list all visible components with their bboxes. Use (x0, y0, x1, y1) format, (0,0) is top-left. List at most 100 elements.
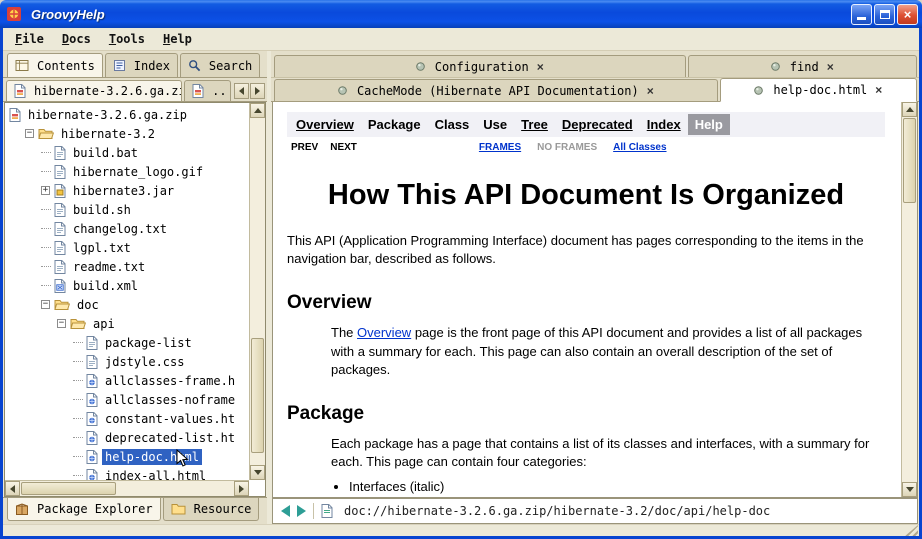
tab-close-icon[interactable]: × (647, 84, 654, 98)
tree-item-allclasses-noframe[interactable]: allclasses-noframe (5, 390, 249, 409)
menu-docs[interactable]: Docs (53, 29, 100, 49)
bottom-tab-resource[interactable]: Resource (163, 498, 260, 521)
expand-toggle-icon[interactable]: + (41, 186, 50, 195)
content-scroll-down-button[interactable] (902, 482, 917, 497)
archive-tab-bar: hibernate-3.2.6.ga.zip.. (3, 78, 267, 102)
document-tab-cachemode-hibernate-api-documentation[interactable]: CacheMode (Hibernate API Documentation)× (274, 79, 718, 101)
resource-icon (171, 503, 186, 515)
tree-scrollbar-thumb[interactable] (251, 338, 264, 453)
tree-item-hibernate3-jar[interactable]: +hibernate3.jar (5, 181, 249, 200)
view-tab-contents[interactable]: Contents (7, 53, 103, 77)
minimize-button[interactable] (851, 4, 872, 25)
tree-item-constant-values-ht[interactable]: constant-values.ht (5, 409, 249, 428)
html-file-icon (86, 469, 98, 481)
menu-tools[interactable]: Tools (100, 29, 154, 49)
tree-item-index-all-html[interactable]: index-all.html (5, 466, 249, 480)
jd-nav-tree[interactable]: Tree (514, 114, 555, 135)
maximize-button[interactable] (874, 4, 895, 25)
status-strip (3, 524, 919, 536)
file-icon (54, 260, 66, 274)
collapse-toggle-icon[interactable]: − (25, 129, 34, 138)
tree-item-deprecated-list-ht[interactable]: deprecated-list.ht (5, 428, 249, 447)
close-icon: × (904, 7, 912, 22)
menu-file[interactable]: File (6, 29, 53, 49)
tree-item-allclasses-frame-h[interactable]: allclasses-frame.h (5, 371, 249, 390)
jd-nav-index[interactable]: Index (640, 114, 688, 135)
jd-nav-deprecated[interactable]: Deprecated (555, 114, 640, 135)
folder-open-icon (54, 298, 70, 311)
tree-item-help-doc-html[interactable]: help-doc.html (5, 447, 249, 466)
menu-help[interactable]: Help (154, 29, 201, 49)
tree-item-package-list[interactable]: package-list (5, 333, 249, 352)
tree-scroll-up-button[interactable] (250, 103, 265, 118)
tree-scroll-left-button[interactable] (5, 481, 20, 496)
tree-scroll-right-button[interactable] (234, 481, 249, 496)
tab-label: .. (212, 84, 226, 98)
tree-guide (41, 209, 51, 210)
archive-tab-hibernate-3-2-6-ga-zip[interactable]: hibernate-3.2.6.ga.zip (6, 80, 182, 101)
bottom-tab-package-explorer[interactable]: Package Explorer (7, 498, 161, 521)
tree-item-label: package-list (102, 335, 195, 351)
forward-button[interactable] (297, 505, 306, 517)
tab-scroll-right-button[interactable] (250, 83, 265, 99)
all-classes-link[interactable]: All Classes (613, 142, 666, 153)
content-vertical-scrollbar[interactable] (901, 102, 917, 497)
tab-label: Package Explorer (37, 502, 153, 516)
file-icon (54, 165, 66, 179)
tree-item-api[interactable]: −api (5, 314, 249, 333)
tree-item-readme-txt[interactable]: readme.txt (5, 257, 249, 276)
collapse-toggle-icon[interactable]: − (57, 319, 66, 328)
document-tab-find[interactable]: find× (688, 55, 917, 77)
dot-icon (771, 62, 780, 71)
tree-horizontal-scrollbar[interactable] (5, 480, 249, 496)
jar-icon (54, 184, 66, 198)
tree-item-build-sh[interactable]: build.sh (5, 200, 249, 219)
tree-item-build-bat[interactable]: build.bat (5, 143, 249, 162)
tree-item-build-xml[interactable]: build.xml (5, 276, 249, 295)
xml-file-icon (54, 279, 66, 293)
content-scrollbar-thumb[interactable] (903, 118, 916, 203)
file-icon (54, 222, 66, 236)
tree-item-jdstyle-css[interactable]: jdstyle.css (5, 352, 249, 371)
tree-item-hibernate-3-2[interactable]: −hibernate-3.2 (5, 124, 249, 143)
navigation-panel: ContentsIndexSearch hibernate-3.2.6.ga.z… (3, 51, 267, 524)
jd-nav-use: Use (476, 114, 514, 135)
tree-scroll-down-button[interactable] (250, 465, 265, 480)
document-tab-configuration[interactable]: Configuration × (274, 55, 686, 77)
arrow-right-icon (255, 87, 260, 95)
document-content-area: OverviewPackageClassUseTreeDeprecatedInd… (272, 102, 918, 498)
tab-close-icon[interactable]: × (875, 83, 882, 97)
intro-paragraph: This API (Application Programming Interf… (287, 232, 885, 268)
package-category-list: Interfaces (italic)ClassesEnums (349, 479, 885, 497)
view-tab-search[interactable]: Search (180, 53, 260, 77)
tab-scroll-left-button[interactable] (234, 83, 249, 99)
tree-item-hibernate-3-2-6-ga-zip[interactable]: hibernate-3.2.6.ga.zip (5, 105, 249, 124)
overview-paragraph: The Overview page is the front page of t… (331, 324, 885, 379)
view-tab-index[interactable]: Index (105, 53, 178, 77)
collapse-toggle-icon[interactable]: − (41, 300, 50, 309)
jd-nav-overview[interactable]: Overview (289, 114, 361, 135)
folder-open-icon (70, 317, 86, 330)
javadoc-navbar: OverviewPackageClassUseTreeDeprecatedInd… (287, 112, 885, 137)
tree-item-changelog-txt[interactable]: changelog.txt (5, 219, 249, 238)
tab-close-icon[interactable]: × (537, 60, 544, 74)
tab-close-icon[interactable]: × (827, 60, 834, 74)
tree-vertical-scrollbar[interactable] (249, 103, 265, 480)
frames-link[interactable]: FRAMES (479, 142, 521, 153)
tree-guide (73, 342, 83, 343)
back-button[interactable] (281, 505, 290, 517)
resize-grip[interactable] (905, 525, 918, 536)
tree-item-hibernate-logo-gif[interactable]: hibernate_logo.gif (5, 162, 249, 181)
tab-label: Configuration (435, 60, 529, 74)
document-tab-help-doc-html[interactable]: help-doc.html × (720, 78, 917, 102)
content-scroll-up-button[interactable] (902, 102, 917, 117)
tree-item-lgpl-txt[interactable]: lgpl.txt (5, 238, 249, 257)
tab-label: help-doc.html (773, 83, 867, 97)
title-bar[interactable]: GroovyHelp × (0, 0, 922, 28)
close-button[interactable]: × (897, 4, 918, 25)
tree-hscrollbar-thumb[interactable] (21, 482, 116, 495)
main-area: ContentsIndexSearch hibernate-3.2.6.ga.z… (3, 51, 919, 524)
tree-item-doc[interactable]: −doc (5, 295, 249, 314)
archive-tab-tab[interactable]: .. (184, 80, 231, 101)
overview-page-link[interactable]: Overview (357, 325, 411, 340)
